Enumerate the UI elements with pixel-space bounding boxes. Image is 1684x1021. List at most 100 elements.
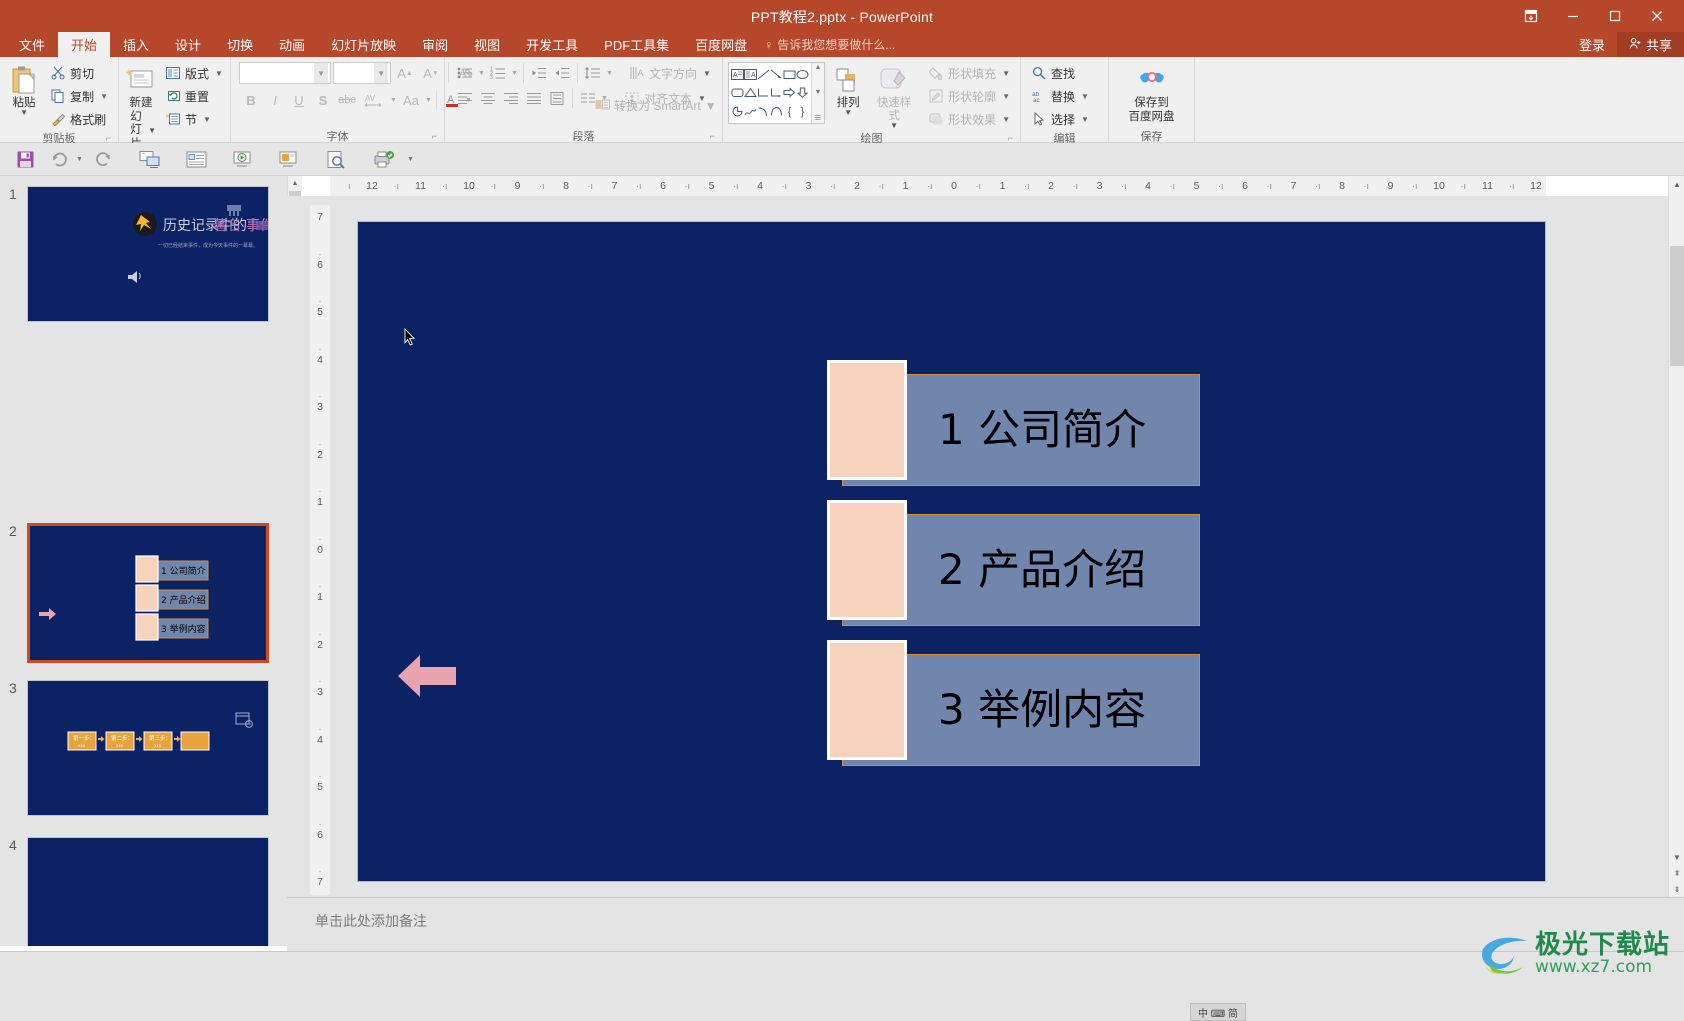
- tab-transitions[interactable]: 切换: [214, 32, 266, 57]
- text-direction-button[interactable]: A 文字方向 ▼: [624, 62, 716, 84]
- tab-home[interactable]: 开始: [58, 32, 110, 57]
- align-left-button[interactable]: [454, 88, 476, 109]
- line-spacing-button[interactable]: [582, 63, 604, 84]
- shape-line-icon[interactable]: [757, 65, 770, 84]
- signin-link[interactable]: 登录: [1567, 35, 1617, 54]
- tab-pdf-tools[interactable]: PDF工具集: [591, 32, 682, 57]
- slide-thumbnail-2[interactable]: 1 公司简介 2 产品介绍 3 举例内容: [27, 523, 269, 663]
- shape-vertical-textbox-icon[interactable]: A: [744, 65, 757, 84]
- section-button[interactable]: 节 ▼: [160, 108, 228, 130]
- shape-rounded-rect-icon[interactable]: [731, 84, 744, 103]
- strikethrough-button[interactable]: abc: [335, 89, 359, 111]
- bullets-caret[interactable]: ▼: [477, 70, 486, 77]
- shape-right-brace-icon[interactable]: }: [796, 102, 809, 121]
- text-shadow-button[interactable]: S: [311, 89, 335, 111]
- scroll-down-arrow-icon[interactable]: ▼: [1669, 849, 1684, 865]
- copy-button[interactable]: 复制 ▼: [45, 85, 113, 107]
- tab-file[interactable]: 文件: [6, 32, 58, 57]
- shape-triangle-icon[interactable]: [744, 84, 757, 103]
- change-case-button[interactable]: Aa: [398, 89, 424, 111]
- numbering-button[interactable]: 123: [487, 63, 509, 84]
- shape-curve-icon[interactable]: [757, 102, 770, 121]
- section-dropdown-caret[interactable]: ▼: [203, 115, 211, 124]
- bold-button[interactable]: B: [239, 89, 263, 111]
- convert-smartart-button[interactable]: 转换为 SmartArt ▼: [595, 97, 717, 114]
- shape-elbow-arrow-icon[interactable]: [770, 84, 783, 103]
- slideshow-icon[interactable]: [271, 145, 305, 174]
- print-check-icon[interactable]: [367, 145, 401, 174]
- ribbon-display-options-icon[interactable]: [1510, 0, 1552, 32]
- distribute-columns-button[interactable]: [546, 88, 568, 109]
- format-painter-button[interactable]: 格式刷: [45, 108, 113, 130]
- present-online-icon[interactable]: [225, 145, 259, 174]
- numbering-caret[interactable]: ▼: [510, 70, 519, 77]
- undo-icon[interactable]: [42, 145, 76, 174]
- font-name-combo[interactable]: ▼: [239, 62, 331, 84]
- agenda-accent-2[interactable]: [827, 500, 907, 620]
- font-name-caret[interactable]: ▼: [314, 63, 328, 83]
- text-direction-caret[interactable]: ▼: [703, 69, 711, 78]
- print-preview-icon[interactable]: [319, 145, 353, 174]
- quick-styles-caret[interactable]: ▼: [890, 124, 898, 129]
- paragraph-dialog-launcher[interactable]: ⌐: [710, 131, 715, 141]
- arrange-caret[interactable]: ▼: [844, 111, 852, 116]
- layout-button[interactable]: 版式 ▼: [160, 62, 228, 84]
- minimize-button[interactable]: [1552, 0, 1594, 32]
- paste-button[interactable]: 粘贴 ▼: [5, 62, 43, 116]
- shape-arc-icon[interactable]: [770, 102, 783, 121]
- select-caret[interactable]: ▼: [1081, 115, 1089, 124]
- replace-button[interactable]: abac 替换 ▼: [1026, 85, 1094, 107]
- qat-customize-caret[interactable]: ▼: [407, 156, 418, 163]
- new-slide-dropdown-caret[interactable]: ▼: [148, 129, 156, 134]
- shapes-scroll-up[interactable]: ▲: [815, 64, 822, 71]
- character-spacing-caret[interactable]: ▼: [389, 97, 398, 104]
- shape-right-arrow-icon[interactable]: [783, 84, 796, 103]
- shapes-gallery[interactable]: A A: [728, 62, 825, 124]
- arrange-button[interactable]: 排列 ▼: [829, 62, 867, 116]
- shape-effects-caret[interactable]: ▼: [1002, 115, 1010, 124]
- shape-oval-icon[interactable]: [796, 65, 809, 84]
- tab-design[interactable]: 设计: [162, 32, 214, 57]
- main-slide-canvas[interactable]: 1 公司简介 2 产品介绍 3 举例内容: [357, 221, 1546, 882]
- start-from-beginning-icon[interactable]: [133, 145, 167, 174]
- shape-textbox-icon[interactable]: A: [731, 65, 744, 84]
- decrease-font-size-button[interactable]: A▼: [419, 62, 443, 84]
- tab-slideshow[interactable]: 幻灯片放映: [318, 32, 409, 57]
- paste-dropdown-caret[interactable]: ▼: [20, 111, 28, 116]
- find-button[interactable]: 查找: [1026, 62, 1094, 84]
- tab-view[interactable]: 视图: [461, 32, 513, 57]
- shape-fill-caret[interactable]: ▼: [1002, 69, 1010, 78]
- line-spacing-caret[interactable]: ▼: [605, 70, 614, 77]
- justify-button[interactable]: [523, 88, 545, 109]
- underline-button[interactable]: U: [287, 89, 311, 111]
- save-to-baidu-button[interactable]: 保存到 百度网盘: [1115, 62, 1189, 124]
- editor-vertical-scrollbar[interactable]: ▲ ▼ ⇞ ⇟: [1668, 176, 1684, 897]
- font-size-combo[interactable]: ▼: [333, 62, 391, 84]
- maximize-button[interactable]: [1594, 0, 1636, 32]
- font-size-caret[interactable]: ▼: [374, 63, 388, 83]
- drawing-dialog-launcher[interactable]: ⌐: [1008, 133, 1013, 143]
- tab-baidu-netdisk[interactable]: 百度网盘: [682, 32, 760, 57]
- decrease-indent-button[interactable]: [528, 63, 550, 84]
- italic-button[interactable]: I: [263, 89, 287, 111]
- scroll-up-arrow-icon[interactable]: ▲: [1669, 176, 1684, 192]
- change-case-caret[interactable]: ▼: [424, 97, 433, 104]
- vertical-scroll-thumb[interactable]: [1670, 246, 1684, 366]
- save-icon[interactable]: [8, 145, 42, 174]
- slide-thumbnail-4[interactable]: [27, 837, 269, 946]
- undo-caret[interactable]: ▼: [76, 156, 87, 163]
- shapes-gallery-more[interactable]: ☰: [815, 114, 821, 122]
- select-button[interactable]: 选择 ▼: [1026, 108, 1094, 130]
- reset-button[interactable]: 重置: [160, 85, 228, 107]
- shape-left-brace-icon[interactable]: {: [783, 102, 796, 121]
- shape-arrow-icon[interactable]: [770, 65, 783, 84]
- tab-review[interactable]: 审阅: [409, 32, 461, 57]
- slide-text-icon[interactable]: [179, 145, 213, 174]
- slide-thumbnail-3[interactable]: 第一步：xxx 第二步：xxx 第三步：xxx: [27, 680, 269, 816]
- shape-rectangle-icon[interactable]: [783, 65, 796, 84]
- align-right-button[interactable]: [500, 88, 522, 109]
- copy-dropdown-caret[interactable]: ▼: [100, 92, 108, 101]
- redo-icon[interactable]: [87, 145, 121, 174]
- cut-button[interactable]: 剪切: [45, 62, 113, 84]
- increase-indent-button[interactable]: [551, 63, 573, 84]
